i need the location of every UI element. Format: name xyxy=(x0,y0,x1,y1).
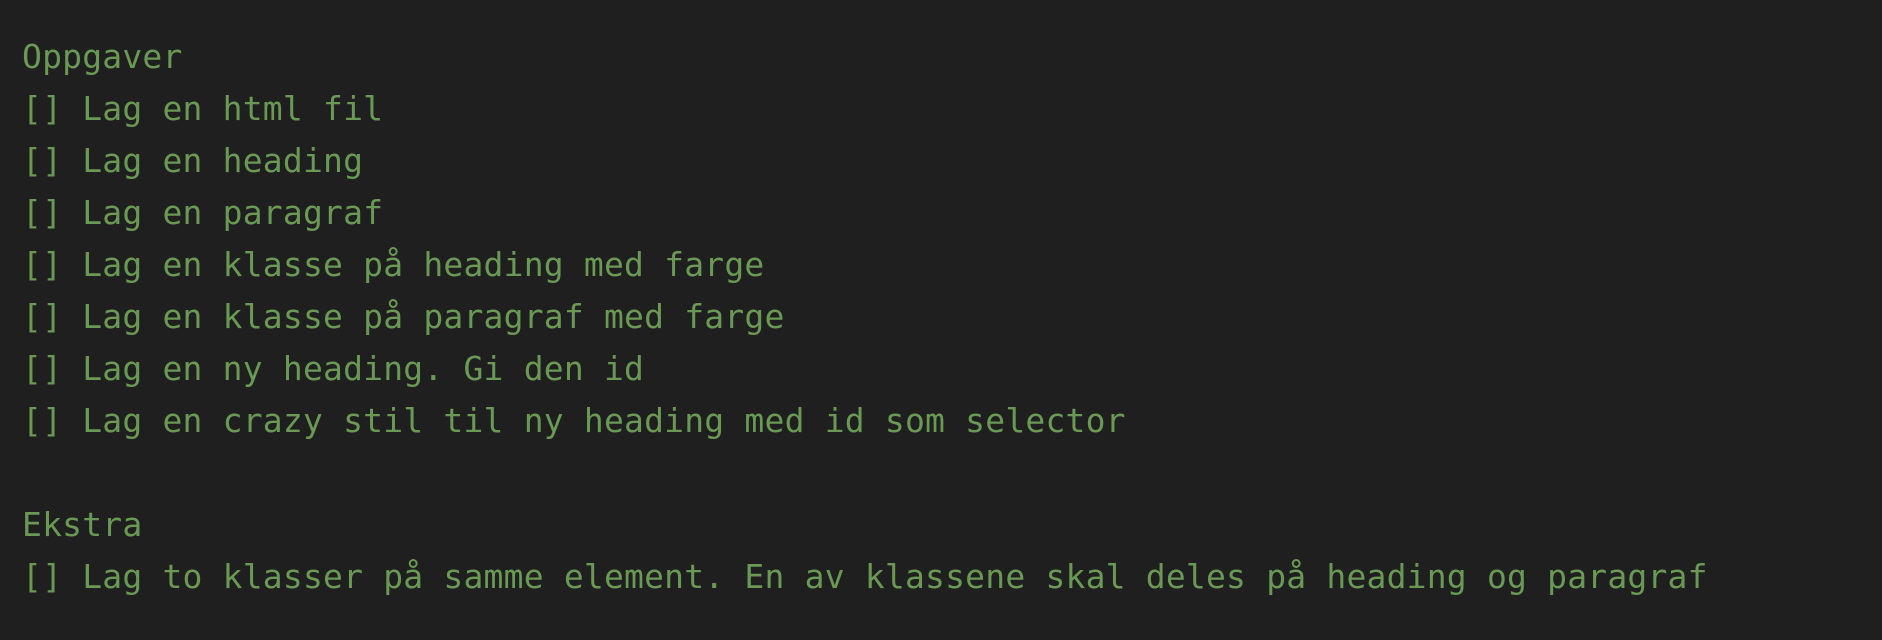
task-item: [] Lag en heading xyxy=(22,141,364,180)
task-item: [] Lag en klasse på paragraf med farge xyxy=(22,297,785,336)
section-heading-oppgaver: Oppgaver xyxy=(22,37,183,76)
task-item: [] Lag en paragraf xyxy=(22,193,384,232)
task-item: [] Lag en klasse på heading med farge xyxy=(22,245,765,284)
text-editor[interactable]: Oppgaver [] Lag en html fil [] Lag en he… xyxy=(0,0,1882,640)
task-item: [] Lag en html fil xyxy=(22,89,384,128)
task-item: [] Lag en crazy stil til ny heading med … xyxy=(22,401,1126,440)
section-heading-ekstra: Ekstra xyxy=(22,505,143,544)
task-item: [] Lag to klasser på samme element. En a… xyxy=(22,557,1708,596)
task-item: [] Lag en ny heading. Gi den id xyxy=(22,349,645,388)
